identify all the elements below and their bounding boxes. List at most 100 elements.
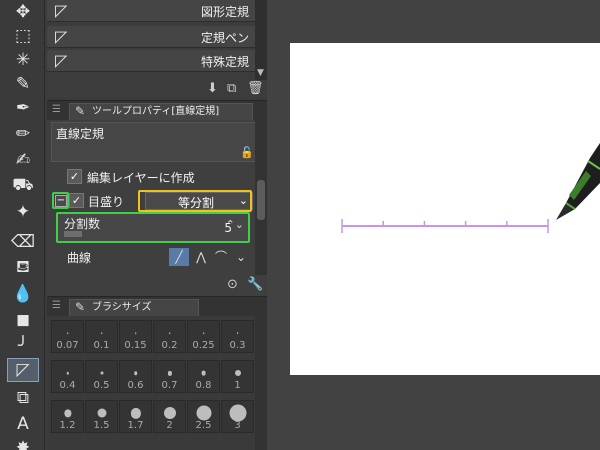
brush-size-icon: ✎ xyxy=(75,300,86,314)
ruler-icon[interactable]: ◸ xyxy=(7,358,39,382)
tab-brush-size[interactable]: ブラシサイズ xyxy=(69,299,199,317)
lock-icon[interactable]: 🔓 xyxy=(240,146,254,159)
create-on-edit-layer-checkbox[interactable]: ✓ xyxy=(67,169,82,184)
brush-size-dot xyxy=(66,372,69,375)
brush-size-label: 0.6 xyxy=(127,380,144,391)
tab-brush-size-label: ブラシサイズ xyxy=(92,302,152,313)
eyedropper-icon[interactable]: ✎ xyxy=(7,72,39,96)
panel-grip-icon[interactable]: ☰ xyxy=(52,300,61,311)
scale-mode-highlight xyxy=(138,190,252,212)
subtool-item-ruler-pen[interactable]: ◸ 定規ペン xyxy=(47,26,267,48)
sparkle-icon[interactable]: ✦ xyxy=(7,200,39,224)
brush-size-cell[interactable]: 0.3 xyxy=(221,320,254,353)
brush-icon[interactable]: ✍ xyxy=(7,148,39,172)
chevron-down-icon[interactable]: ⌄ xyxy=(231,248,251,266)
brush-size-cell[interactable]: 0.25 xyxy=(187,320,220,353)
pen-icon[interactable]: ✒ xyxy=(7,96,39,120)
subtool-item-label: 図形定規 xyxy=(200,5,249,19)
brush-size-cell[interactable]: 0.15 xyxy=(119,320,152,353)
panel-grip-icon[interactable]: ☰ xyxy=(52,104,61,115)
layer-icon[interactable]: ⧉ xyxy=(7,386,39,410)
brush-size-dot xyxy=(97,408,106,418)
stylus-pen xyxy=(556,143,600,220)
canvas-overlay xyxy=(341,143,600,233)
gradient-icon[interactable]: ◼ xyxy=(7,308,39,332)
tool-property-icon: ✎ xyxy=(75,104,86,118)
brush-size-dot xyxy=(66,332,69,335)
straight-line-icon[interactable]: ╱ xyxy=(169,248,189,266)
brush-size-cell[interactable]: 0.07 xyxy=(51,320,84,353)
brush-size-header: ☰ ブラシサイズ ✎ xyxy=(47,296,267,317)
brush-size-label: 0.1 xyxy=(93,340,110,351)
expander-highlight xyxy=(52,192,69,209)
brush-size-label: 1.5 xyxy=(93,420,110,431)
curve-icon[interactable]: ╯ xyxy=(7,334,39,358)
brush-size-cell[interactable]: 2 xyxy=(153,400,186,433)
pencil-icon[interactable]: ✏ xyxy=(7,122,39,146)
brush-size-cell[interactable]: 1.2 xyxy=(51,400,84,433)
wrench-icon[interactable]: 🔧 xyxy=(247,277,263,292)
brush-size-cell[interactable]: 0.6 xyxy=(119,360,152,393)
ruler-line[interactable] xyxy=(341,219,549,233)
brush-size-label: 2.5 xyxy=(195,420,212,431)
scrollbar-thumb[interactable] xyxy=(257,180,265,220)
ruler-triangle-icon: ◸ xyxy=(55,1,68,20)
more-icon[interactable]: ✸ xyxy=(7,436,39,450)
subtool-item-shape-ruler[interactable]: ◸ 図形定規 xyxy=(47,0,267,22)
auto-select-icon[interactable]: ✳ xyxy=(7,48,39,72)
brush-size-cell[interactable]: 2.5 xyxy=(187,400,220,433)
tool-property-header: ☰ ツールプロパティ[直線定規] ✎ xyxy=(47,100,267,121)
trash-icon[interactable]: 🗑 xyxy=(247,81,264,96)
brush-size-dot xyxy=(201,370,206,376)
airbrush-icon[interactable]: ⛟ xyxy=(7,174,39,198)
create-on-edit-layer-row: ✓ 編集レイヤーに作成 xyxy=(51,166,261,188)
brush-size-dot xyxy=(163,407,176,420)
brush-size-label: 0.25 xyxy=(192,340,215,351)
brush-size-cell[interactable]: 0.1 xyxy=(85,320,118,353)
blend-icon[interactable]: 💧 xyxy=(7,282,39,306)
quadratic-curve-icon[interactable]: ⋀ xyxy=(191,248,211,266)
brush-size-dot xyxy=(100,332,103,335)
scroll-down-icon[interactable]: ▼ xyxy=(257,68,264,78)
brush-size-dot xyxy=(196,405,211,421)
brush-size-dot xyxy=(168,332,171,335)
fill-bucket-icon[interactable]: ⛾ xyxy=(7,256,39,280)
brush-size-cell[interactable]: 0.4 xyxy=(51,360,84,393)
move-icon[interactable]: ✥ xyxy=(7,0,39,24)
brush-size-cell[interactable]: 3 xyxy=(221,400,254,433)
brush-size-dot xyxy=(236,332,239,335)
download-icon[interactable]: ⬇ xyxy=(207,81,218,96)
tab-tool-property-label: ツールプロパティ[直線定規] xyxy=(92,106,220,117)
brush-size-cell[interactable]: 0.2 xyxy=(153,320,186,353)
brush-size-label: 0.2 xyxy=(161,340,178,351)
text-icon[interactable]: A xyxy=(7,412,39,436)
tool-name: 直線定規 xyxy=(56,127,105,141)
brush-size-dot xyxy=(234,370,241,377)
duplicate-icon[interactable]: ⧉ xyxy=(227,81,236,96)
subtool-item-special-ruler[interactable]: ◸ 特殊定規 xyxy=(47,50,267,72)
subtool-list: ◸ 図形定規 ◸ 定規ペン ◸ 特殊定規 ▼ xyxy=(47,0,267,80)
eraser-icon[interactable]: ⌫ xyxy=(7,230,39,254)
divisions-highlight xyxy=(56,212,250,243)
brush-size-cell[interactable]: 0.8 xyxy=(187,360,220,393)
tool-property-scrollbar[interactable] xyxy=(255,120,267,275)
brush-size-cell[interactable]: 1.7 xyxy=(119,400,152,433)
ruler-triangle-icon: ◸ xyxy=(55,27,68,46)
cubic-curve-icon[interactable]: ⌒ xyxy=(211,248,231,266)
brush-size-cell[interactable]: 1 xyxy=(221,360,254,393)
brush-size-label: 0.8 xyxy=(195,380,212,391)
reset-icon[interactable]: ⊙ xyxy=(227,277,238,292)
brush-size-scrollbar[interactable] xyxy=(255,316,267,450)
subtool-scrollbar[interactable]: ▼ xyxy=(255,0,267,80)
scale-checkbox[interactable]: ✓ xyxy=(69,193,84,208)
brush-size-cell[interactable]: 0.7 xyxy=(153,360,186,393)
selection-icon[interactable]: ⬚ xyxy=(7,24,39,48)
brush-size-cell[interactable]: 1.5 xyxy=(85,400,118,433)
tab-tool-property[interactable]: ツールプロパティ[直線定規] xyxy=(69,103,253,121)
brush-size-grid: 0.07 0.1 0.15 0.2 0.25 0.3 0.4 0.5 0.6 0.7 0.8 1 1.2… xyxy=(47,316,255,450)
brush-size-label: 1.7 xyxy=(127,420,144,431)
brush-size-label: 0.7 xyxy=(161,380,178,391)
app-window: ✥ ⬚ ✳ ✎ ✒ ✏ ✍ ⛟ ✦ ⌫ ⛾ 💧 ◼ ╯ ◸ ⧉ A ✸ ◸ 図形… xyxy=(0,0,600,450)
brush-size-cell[interactable]: 0.5 xyxy=(85,360,118,393)
brush-size-dot xyxy=(100,371,103,375)
